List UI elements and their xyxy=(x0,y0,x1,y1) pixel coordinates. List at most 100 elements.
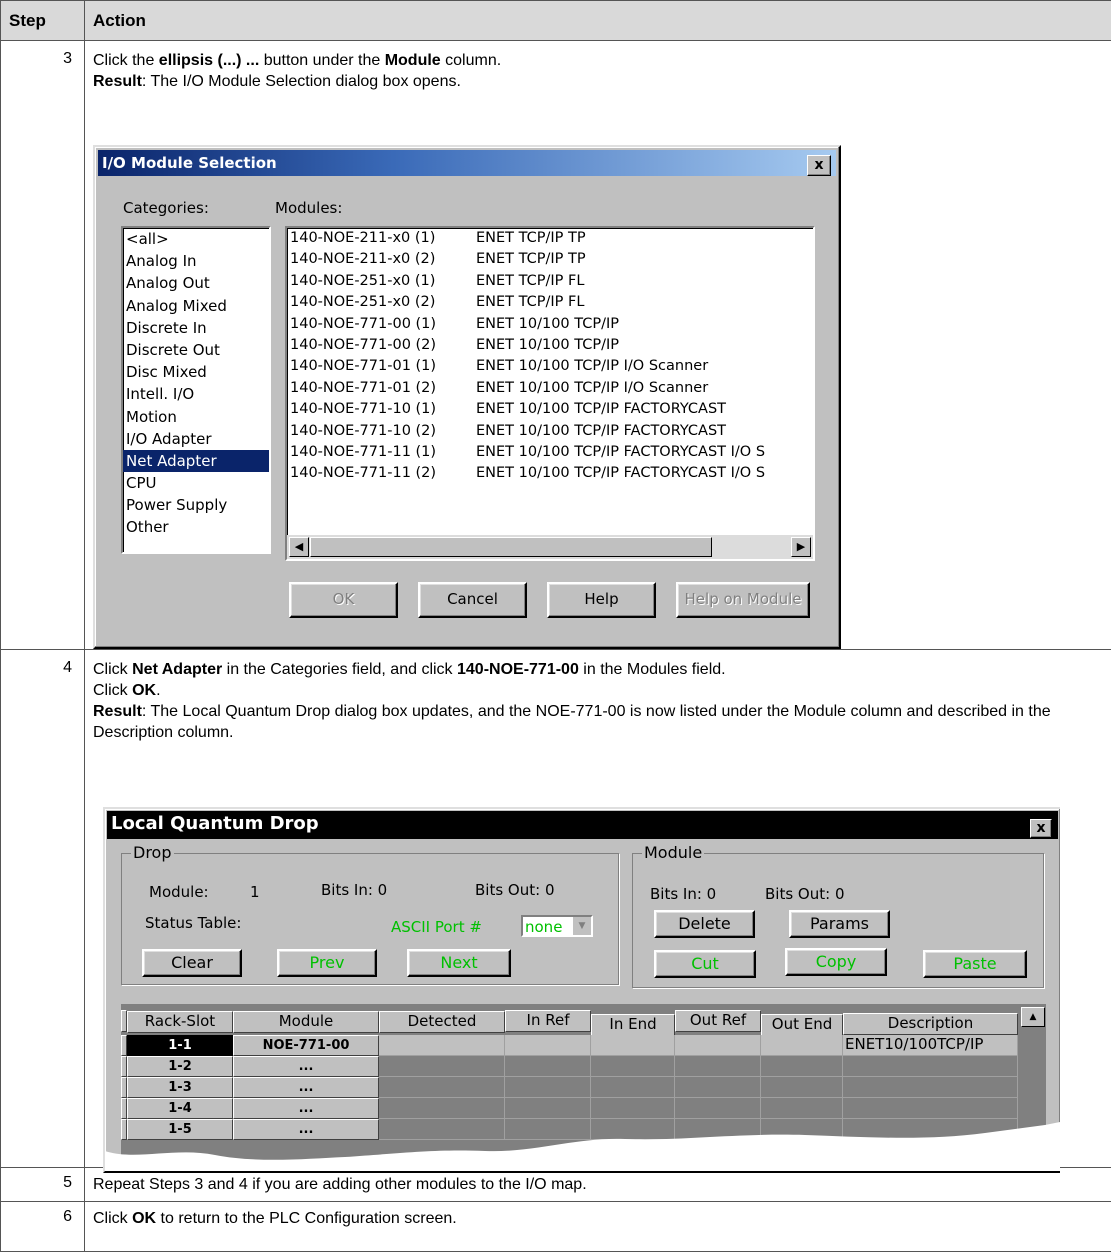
grid-cell[interactable] xyxy=(591,1056,675,1077)
module-bits-in: Bits In: 0 xyxy=(650,885,717,903)
ascii-port-label: ASCII Port # xyxy=(391,918,482,936)
cancel-button[interactable]: Cancel xyxy=(418,582,527,618)
column-header[interactable]: Description xyxy=(843,1013,1018,1035)
module-item[interactable]: 140-NOE-211-x0 (2) ENET TCP/IP TP xyxy=(287,249,813,270)
grid-cell[interactable] xyxy=(761,1035,843,1056)
column-header[interactable]: Detected xyxy=(379,1011,505,1033)
category-item[interactable]: Net Adapter xyxy=(123,449,269,473)
grid-cell[interactable] xyxy=(591,1035,675,1056)
rack-slot-cell[interactable]: 1-1 xyxy=(127,1035,233,1056)
module-code: 140-NOE-771-00 (2) xyxy=(290,336,437,353)
category-item[interactable]: Analog Out xyxy=(123,272,269,294)
scrollbar-thumb[interactable] xyxy=(310,537,712,557)
module-item[interactable]: 140-NOE-771-01 (1) ENET 10/100 TCP/IP I/O… xyxy=(287,356,813,377)
grid-cell[interactable] xyxy=(505,1056,591,1077)
dialog-titlebar[interactable]: I/O Module Selection xyxy=(98,150,836,176)
help-on-module-button[interactable]: Help on Module xyxy=(676,582,810,618)
category-item[interactable]: Power Supply xyxy=(123,494,269,516)
io-module-selection-dialog: I/O Module Selection x Categories: Modul… xyxy=(93,145,841,649)
module-description: ENET 10/100 TCP/IP FACTORYCAST I/O S xyxy=(476,465,766,482)
module-description: ENET 10/100 TCP/IP xyxy=(476,336,620,353)
category-item[interactable]: CPU xyxy=(123,472,269,494)
status-table-label: Status Table: xyxy=(145,914,242,932)
module-description: ENET 10/100 TCP/IP FACTORYCAST I/O S xyxy=(476,443,766,460)
module-item[interactable]: 140-NOE-771-00 (1) ENET 10/100 TCP/IP xyxy=(287,314,813,335)
clear-button[interactable]: Clear xyxy=(142,949,242,977)
module-description: ENET TCP/IP FL xyxy=(476,294,585,311)
module-label: Module: xyxy=(149,883,209,901)
grid-cell[interactable] xyxy=(761,1056,843,1077)
drop-bits-out: Bits Out: 0 xyxy=(475,881,555,899)
chevron-down-icon[interactable]: ▼ xyxy=(573,917,591,935)
horizontal-scrollbar[interactable]: ◀ ▶ xyxy=(287,535,813,559)
step-number: 3 xyxy=(0,40,85,650)
module-bits-out: Bits Out: 0 xyxy=(765,885,845,903)
category-item[interactable]: Motion xyxy=(123,406,269,428)
module-cell[interactable]: ... xyxy=(233,1056,379,1077)
grid-cell[interactable] xyxy=(505,1035,591,1056)
grid-cell[interactable]: ENET10/100TCP/IP xyxy=(843,1035,1018,1056)
category-item[interactable]: Other xyxy=(123,516,269,538)
category-item[interactable]: Discrete In xyxy=(123,317,269,339)
column-header[interactable]: Out Ref xyxy=(675,1010,761,1032)
category-item[interactable]: Analog Mixed xyxy=(123,295,269,317)
grid-cell[interactable] xyxy=(675,1035,761,1056)
dialog-titlebar[interactable]: Local Quantum Drop xyxy=(107,811,1058,839)
prev-button[interactable]: Prev xyxy=(277,949,377,977)
column-header[interactable]: In End xyxy=(591,1014,675,1036)
module-item[interactable]: 140-NOE-771-11 (1) ENET 10/100 TCP/IP FAC… xyxy=(287,442,813,463)
close-button[interactable]: x xyxy=(807,155,831,176)
module-code: 140-NOE-771-10 (2) xyxy=(290,422,437,439)
help-button[interactable]: Help xyxy=(547,582,656,618)
category-item[interactable]: Intell. I/O xyxy=(123,383,269,405)
module-description: ENET 10/100 TCP/IP FACTORYCAST xyxy=(476,422,727,439)
rack-slot-cell[interactable]: 1-2 xyxy=(127,1056,233,1077)
ok-button[interactable]: OK xyxy=(289,582,398,618)
column-header[interactable]: In Ref xyxy=(505,1010,591,1032)
grid-cell[interactable] xyxy=(843,1056,1018,1077)
local-quantum-drop-dialog: Local Quantum Drop x Drop Module: 1 Bits… xyxy=(103,807,1060,1173)
categories-list[interactable]: <all> Analog In Analog Out Analog Mixed Disc… xyxy=(121,226,271,554)
category-item[interactable]: <all> xyxy=(123,228,269,250)
module-item[interactable]: 140-NOE-771-01 (2) ENET 10/100 TCP/IP I/O… xyxy=(287,378,813,399)
module-description: ENET 10/100 TCP/IP I/O Scanner xyxy=(476,358,709,375)
cut-button[interactable]: Cut xyxy=(654,950,756,978)
paste-button[interactable]: Paste xyxy=(923,950,1027,978)
category-item[interactable]: Disc Mixed xyxy=(123,361,269,383)
grid-cell[interactable] xyxy=(675,1056,761,1077)
grid-cell[interactable] xyxy=(379,1035,505,1056)
column-header[interactable]: Module xyxy=(233,1011,379,1033)
module-item[interactable]: 140-NOE-251-x0 (2) ENET TCP/IP FL xyxy=(287,292,813,313)
ascii-port-select[interactable]: none ▼ xyxy=(521,915,593,937)
category-item[interactable]: Analog In xyxy=(123,250,269,272)
column-header[interactable]: Rack-Slot xyxy=(127,1011,233,1033)
grid-cell[interactable] xyxy=(379,1056,505,1077)
category-item[interactable]: Discrete Out xyxy=(123,339,269,361)
params-button[interactable]: Params xyxy=(789,910,890,938)
module-item[interactable]: 140-NOE-771-00 (2) ENET 10/100 TCP/IP xyxy=(287,335,813,356)
module-item[interactable]: 140-NOE-251-x0 (1) ENET TCP/IP FL xyxy=(287,271,813,292)
module-item[interactable]: 140-NOE-771-10 (1) ENET 10/100 TCP/IP FAC… xyxy=(287,399,813,420)
module-code: 140-NOE-771-01 (1) xyxy=(290,358,437,375)
module-item[interactable]: 140-NOE-771-10 (2) ENET 10/100 TCP/IP FAC… xyxy=(287,421,813,442)
close-button[interactable]: x xyxy=(1030,819,1052,838)
module-value: 1 xyxy=(250,883,260,901)
drop-bits-in: Bits In: 0 xyxy=(321,881,388,899)
scroll-up-icon[interactable]: ▲ xyxy=(1021,1007,1045,1027)
scroll-right-icon[interactable]: ▶ xyxy=(791,537,811,557)
next-button[interactable]: Next xyxy=(407,949,511,977)
column-header[interactable]: Out End xyxy=(761,1014,843,1036)
category-item[interactable]: I/O Adapter xyxy=(123,428,269,450)
scroll-left-icon[interactable]: ◀ xyxy=(289,537,309,557)
module-description: ENET TCP/IP TP xyxy=(476,251,586,268)
modules-list[interactable]: 140-NOE-211-x0 (1) ENET TCP/IP TP 140-NOE-… xyxy=(285,226,815,561)
module-item[interactable]: 140-NOE-771-11 (2) ENET 10/100 TCP/IP FAC… xyxy=(287,463,813,484)
module-cell[interactable]: NOE-771-00 xyxy=(233,1035,379,1056)
step-number: 4 xyxy=(0,649,85,1168)
categories-label: Categories: xyxy=(123,199,209,217)
copy-button[interactable]: Copy xyxy=(785,948,887,976)
dialog-title: I/O Module Selection xyxy=(102,154,277,172)
module-code: 140-NOE-251-x0 (2) xyxy=(290,294,436,311)
module-item[interactable]: 140-NOE-211-x0 (1) ENET TCP/IP TP xyxy=(287,228,813,249)
delete-button[interactable]: Delete xyxy=(654,910,755,938)
